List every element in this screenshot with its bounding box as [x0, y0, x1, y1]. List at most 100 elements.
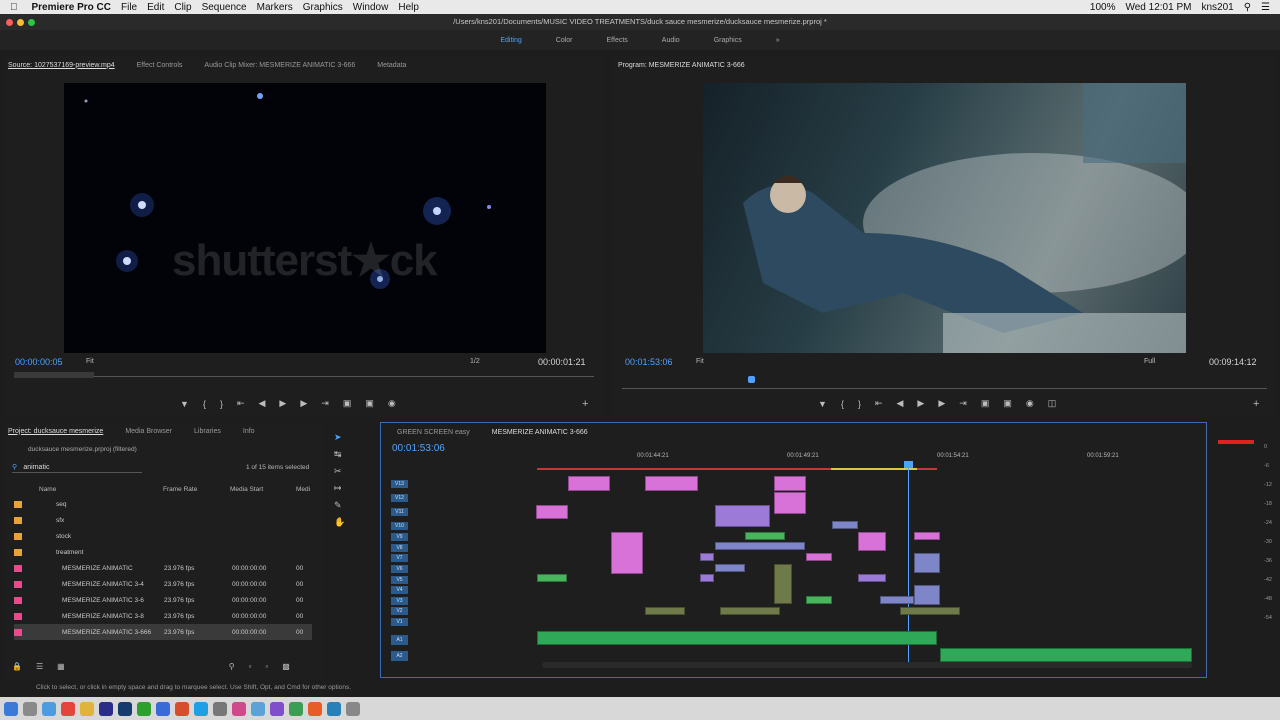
overwrite-icon[interactable]: ▣: [365, 398, 374, 409]
video-clip[interactable]: [914, 553, 940, 573]
step-forward-icon[interactable]: ▶: [938, 398, 945, 409]
workspace-editing[interactable]: Editing: [500, 37, 521, 44]
video-clip[interactable]: [774, 492, 806, 514]
video-clip[interactable]: [715, 542, 805, 550]
program-fit-select[interactable]: Fit: [696, 358, 704, 365]
play-icon[interactable]: ▶: [279, 398, 286, 409]
sequence-row[interactable]: MESMERIZE ANIMATIC 23.976 fps 00:00:00:00 0…: [14, 560, 312, 576]
menu-file[interactable]: File: [121, 2, 137, 13]
search-icon[interactable]: ⚲: [1244, 2, 1251, 13]
video-clip[interactable]: [858, 574, 886, 582]
program-resolution-select[interactable]: Full: [1144, 358, 1155, 365]
go-to-out-icon[interactable]: ⇥: [321, 398, 329, 409]
word-icon[interactable]: [156, 701, 170, 716]
track-header-v3[interactable]: V3: [385, 597, 520, 605]
workspace-audio[interactable]: Audio: [662, 37, 680, 44]
video-clip[interactable]: [745, 532, 785, 540]
icon-view-icon[interactable]: ▦: [57, 662, 65, 671]
source-zoom-bar[interactable]: [14, 372, 94, 378]
slip-tool-icon[interactable]: ↦: [334, 483, 374, 494]
workspace-color[interactable]: Color: [556, 37, 573, 44]
settings-icon[interactable]: [213, 701, 227, 716]
tab-audio-clip-mixer[interactable]: Audio Clip Mixer: MESMERIZE ANIMATIC 3-6…: [204, 62, 355, 69]
step-back-icon[interactable]: ◀: [897, 398, 904, 409]
workspace-graphics[interactable]: Graphics: [714, 37, 742, 44]
sequence-row[interactable]: MESMERIZE ANIMATIC 3-4 23.976 fps 00:00:00…: [14, 576, 312, 592]
tab-effect-controls[interactable]: Effect Controls: [137, 62, 183, 69]
video-clip[interactable]: [806, 553, 832, 561]
razor-tool-icon[interactable]: ✂: [334, 466, 374, 477]
audio-clip-a2[interactable]: [940, 648, 1192, 662]
mark-in-icon[interactable]: {: [203, 399, 206, 409]
notes-icon[interactable]: [80, 701, 94, 716]
col-frame-rate[interactable]: Frame Rate: [163, 486, 197, 493]
program-timecode[interactable]: 00:01:53:06: [625, 357, 673, 367]
tab-libraries[interactable]: Libraries: [194, 428, 221, 435]
video-clip[interactable]: [715, 505, 770, 527]
program-scrub-bar[interactable]: [622, 388, 1267, 389]
track-header-v10[interactable]: V10: [385, 522, 520, 530]
video-clip[interactable]: [700, 553, 714, 561]
pen-tool-icon[interactable]: ✎: [334, 500, 374, 511]
col-media[interactable]: Medi: [296, 486, 310, 493]
video-clip[interactable]: [832, 521, 858, 529]
menu-list-icon[interactable]: ☰: [1261, 2, 1270, 13]
close-window-icon[interactable]: [6, 19, 13, 26]
go-to-in-icon[interactable]: ⇤: [875, 398, 883, 409]
tab-mesmerize-sequence[interactable]: MESMERIZE ANIMATIC 3-666: [492, 429, 588, 436]
project-search-field[interactable]: ⚲ animatic: [12, 462, 142, 473]
playhead-handle-icon[interactable]: [904, 461, 913, 468]
step-forward-icon[interactable]: ▶: [300, 398, 307, 409]
video-clip[interactable]: [645, 476, 698, 491]
menu-help[interactable]: Help: [398, 2, 419, 13]
source-scrub-bar[interactable]: [14, 376, 594, 377]
tab-program[interactable]: Program: MESMERIZE ANIMATIC 3-666: [618, 62, 745, 69]
track-header-a1[interactable]: A1: [385, 634, 520, 646]
facetime-icon[interactable]: [289, 701, 303, 716]
menu-graphics[interactable]: Graphics: [303, 2, 343, 13]
finder-icon[interactable]: [4, 701, 18, 716]
add-marker-icon[interactable]: ▼: [180, 399, 189, 409]
music-icon[interactable]: [232, 701, 246, 716]
folder-row[interactable]: stock: [14, 528, 71, 544]
lock-icon[interactable]: 🔒: [12, 662, 22, 671]
source-video[interactable]: shutterst★ck: [64, 83, 546, 353]
mark-out-icon[interactable]: }: [220, 399, 223, 409]
extract-icon[interactable]: ▣: [1003, 398, 1012, 409]
safari-icon[interactable]: [42, 701, 56, 716]
menu-sequence[interactable]: Sequence: [202, 2, 247, 13]
selection-tool-icon[interactable]: ➤: [334, 432, 374, 443]
sequence-row[interactable]: MESMERIZE ANIMATIC 3-6 23.976 fps 00:00:00…: [14, 592, 312, 608]
user-name[interactable]: kns201: [1201, 2, 1233, 13]
menu-window[interactable]: Window: [353, 2, 389, 13]
video-clip[interactable]: [715, 564, 745, 572]
source-add-button-icon[interactable]: +: [582, 398, 588, 410]
source-resolution-select[interactable]: 1/2: [470, 358, 480, 365]
ripple-tool-icon[interactable]: ↹: [334, 449, 374, 460]
col-name[interactable]: Name: [39, 486, 56, 493]
track-header-v1[interactable]: V1: [385, 618, 520, 626]
list-view-icon[interactable]: ☰: [36, 662, 43, 671]
mail-icon[interactable]: [251, 701, 265, 716]
tab-info[interactable]: Info: [243, 428, 255, 435]
video-clip[interactable]: [536, 505, 568, 519]
folder-row[interactable]: seq: [14, 496, 66, 512]
track-header-v12[interactable]: V12: [385, 494, 520, 502]
video-clip[interactable]: [537, 574, 567, 582]
tab-green-screen[interactable]: GREEN SCREEN easy: [397, 429, 470, 436]
minimize-window-icon[interactable]: [17, 19, 24, 26]
go-to-in-icon[interactable]: ⇤: [237, 398, 245, 409]
step-back-icon[interactable]: ◀: [259, 398, 266, 409]
acrobat-icon[interactable]: [175, 701, 189, 716]
play-icon[interactable]: ▶: [917, 398, 924, 409]
video-clip[interactable]: [914, 585, 940, 605]
battery-percent[interactable]: 100%: [1090, 2, 1116, 13]
hand-tool-icon[interactable]: ✋: [334, 517, 374, 528]
add-marker-icon[interactable]: ▼: [818, 399, 827, 409]
tab-metadata[interactable]: Metadata: [377, 62, 406, 69]
launchpad-icon[interactable]: [23, 701, 37, 716]
video-clip[interactable]: [774, 476, 806, 491]
aftereffects-icon[interactable]: [270, 701, 284, 716]
lift-icon[interactable]: ▣: [981, 398, 990, 409]
export-frame-icon[interactable]: ◉: [1026, 398, 1034, 409]
